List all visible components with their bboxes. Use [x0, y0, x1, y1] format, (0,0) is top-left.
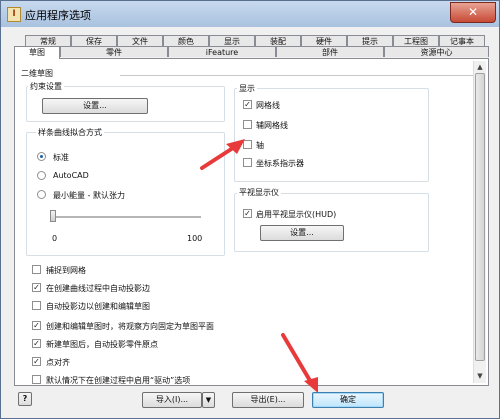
- enable-hud-checkbox[interactable]: ✓: [243, 209, 252, 218]
- snap-to-grid-checkbox[interactable]: [32, 265, 41, 274]
- spline-min-energy-label: 最小能量 - 默认张力: [53, 191, 125, 200]
- enable-driving-option-label: 默认情况下在创建过程中启用“驱动”选项: [46, 376, 191, 385]
- section-title-2d-sketch: 二维草图: [21, 69, 53, 78]
- spline-min-energy-radio[interactable]: [37, 190, 46, 199]
- auto-project-origin-checkbox[interactable]: ✓: [32, 339, 41, 348]
- point-alignment-checkbox[interactable]: ✓: [32, 357, 41, 366]
- grid-lines-checkbox[interactable]: ✓: [243, 100, 252, 109]
- grid-lines-label: 网格线: [256, 101, 280, 110]
- tab-row2-2[interactable]: 零件: [60, 46, 168, 57]
- tab-row2-1[interactable]: 草图: [14, 46, 60, 59]
- check-mark-icon: ✓: [33, 283, 40, 292]
- axes-label: 轴: [256, 141, 264, 150]
- constraint-settings-button[interactable]: 设置...: [42, 98, 148, 114]
- check-mark-icon: ✓: [33, 357, 40, 366]
- coordinate-indicator-label: 坐标系指示器: [256, 159, 304, 168]
- auto-project-origin-label: 新建草图后，自动投影零件原点: [46, 340, 158, 349]
- spline-standard-radio[interactable]: [37, 152, 46, 161]
- tab-7[interactable]: 硬件: [301, 35, 347, 46]
- tab-3[interactable]: 文件: [117, 35, 163, 46]
- window-title: 应用程序选项: [25, 9, 91, 22]
- spline-autocad-radio[interactable]: [37, 171, 46, 180]
- auto-project-edges-label: 自动投影边以创建和编辑草图: [46, 302, 150, 311]
- display-title: 显示: [237, 83, 257, 94]
- check-mark-icon: ✓: [33, 339, 40, 348]
- enable-driving-option-checkbox[interactable]: [32, 375, 41, 384]
- tab-5[interactable]: 显示: [209, 35, 255, 46]
- tab-1[interactable]: 常规: [25, 35, 71, 46]
- lock-view-to-sketch-plane-checkbox[interactable]: ✓: [32, 321, 41, 330]
- minor-grid-lines-checkbox[interactable]: [243, 120, 252, 129]
- auto-project-curve-label: 在创建曲线过程中自动投影边: [46, 284, 150, 293]
- minor-grid-lines-label: 辅网格线: [256, 121, 288, 130]
- hud-settings-button[interactable]: 设置...: [260, 225, 344, 241]
- import-dropdown-arrow-icon[interactable]: ▼: [202, 392, 215, 408]
- application-options-dialog: I 应用程序选项 ✕ 常规 保存 文件 颜色 显示 装配 硬件 提示 工程图 记事本 草图 零件 iF…: [0, 0, 500, 419]
- scroll-down-arrow-icon[interactable]: ▼: [475, 371, 485, 381]
- scroll-up-arrow-icon[interactable]: ▲: [475, 62, 485, 72]
- check-mark-icon: ✓: [33, 321, 40, 330]
- spline-fit-title: 样条曲线拟合方式: [36, 127, 104, 138]
- scrollbar-thumb[interactable]: [475, 73, 485, 361]
- tab-row2-5[interactable]: 资源中心: [384, 46, 489, 57]
- axes-checkbox[interactable]: [243, 140, 252, 149]
- constraint-settings-title: 约束设置: [28, 81, 64, 92]
- sketch-tab-panel: 二维草图 约束设置 设置... 样条曲线拟合方式 标准 AutoCAD 最小能量…: [14, 58, 489, 386]
- tab-4[interactable]: 颜色: [163, 35, 209, 46]
- slider-max-label: 100: [187, 234, 203, 243]
- auto-project-edges-checkbox[interactable]: [32, 301, 41, 310]
- tab-8[interactable]: 提示: [347, 35, 393, 46]
- close-button[interactable]: ✕: [450, 2, 496, 23]
- inventor-app-icon: I: [7, 7, 21, 22]
- coordinate-indicator-checkbox[interactable]: [243, 158, 252, 167]
- tab-row2-3[interactable]: iFeature: [168, 46, 276, 57]
- auto-project-curve-checkbox[interactable]: ✓: [32, 283, 41, 292]
- heads-up-display-group: [234, 193, 429, 252]
- slider-min-label: 0: [52, 234, 58, 243]
- spline-autocad-label: AutoCAD: [53, 171, 89, 180]
- title-bar[interactable]: I 应用程序选项 ✕: [1, 1, 499, 27]
- lock-view-to-sketch-plane-label: 创建和编辑草图时，将观察方向固定为草图平面: [46, 322, 214, 331]
- enable-hud-label: 启用平视显示仪(HUD): [256, 210, 337, 219]
- check-mark-icon: ✓: [244, 100, 251, 109]
- tab-row2-4[interactable]: 部件: [276, 46, 384, 57]
- tension-slider-thumb[interactable]: [50, 210, 56, 222]
- tab-2[interactable]: 保存: [71, 35, 117, 46]
- ok-button[interactable]: 确定: [312, 392, 384, 408]
- tension-slider-track: [51, 216, 201, 218]
- import-button[interactable]: 导入(I)...: [142, 392, 202, 408]
- section-divider: [120, 75, 475, 76]
- point-alignment-label: 点对齐: [46, 358, 70, 367]
- spline-standard-label: 标准: [53, 153, 69, 162]
- snap-to-grid-label: 捕捉到网格: [46, 266, 86, 275]
- tab-6[interactable]: 装配: [255, 35, 301, 46]
- tab-10[interactable]: 记事本: [439, 35, 485, 46]
- vertical-scrollbar[interactable]: ▲ ▼: [473, 61, 486, 383]
- export-button[interactable]: 导出(E)...: [232, 392, 304, 408]
- heads-up-display-title: 平视显示仪: [237, 187, 281, 198]
- check-mark-icon: ✓: [244, 209, 251, 218]
- help-button[interactable]: ?: [18, 392, 32, 406]
- tab-9[interactable]: 工程图: [393, 35, 439, 46]
